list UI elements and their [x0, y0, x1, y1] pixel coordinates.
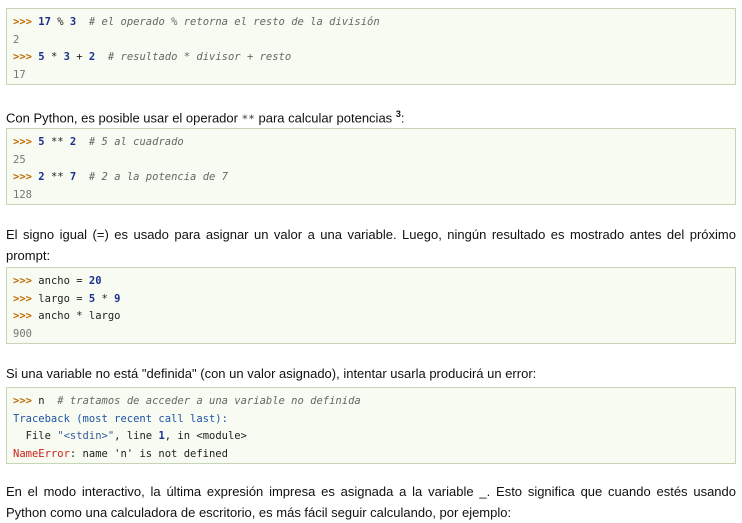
code-block-variables: >>> ancho = 20 >>> largo = 5 * 9 >>> anc… — [6, 267, 736, 344]
code-line: >>> ancho * largo — [13, 308, 735, 326]
code-output: 17 — [13, 68, 26, 81]
expression: ancho * largo — [38, 310, 121, 322]
paragraph-text: para calcular potencias — [258, 110, 393, 126]
paragraph-powers: Con Python, es posible usar el operador … — [6, 104, 736, 129]
paragraph-undefined-variable: Si una variable no está "definida" (con … — [6, 366, 537, 381]
inline-code: ** — [241, 112, 255, 126]
number: 17 — [38, 16, 51, 28]
code-output: 900 — [13, 327, 32, 340]
document-page: >>> 17 % 3 # el operado % retorna el res… — [0, 0, 742, 521]
code-output: 25 — [13, 153, 26, 166]
traceback-header: Traceback (most recent call last): — [13, 412, 228, 425]
operator: % — [50, 16, 70, 28]
code-comment: # el operado % retorna el resto de la di… — [88, 16, 380, 28]
code-block-powers: >>> 5 ** 2 # 5 al cuadrado 25 >>> 2 ** 7… — [6, 128, 736, 205]
code-line: >>> 2 ** 7 # 2 a la potencia de 7 — [13, 169, 735, 187]
operator: * — [44, 51, 64, 63]
code-block-modulo: >>> 17 % 3 # el operado % retorna el res… — [6, 8, 736, 85]
number: 2 — [88, 51, 96, 63]
error-message: : name 'n' is not defined — [69, 447, 228, 460]
operator: * — [95, 292, 115, 305]
prompt: >>> — [13, 136, 32, 148]
code-line: >>> 17 % 3 # el operado % retorna el res… — [13, 14, 735, 32]
traceback-line: File "<stdin>", line 1, in <module> — [13, 428, 735, 446]
assignment: largo = — [38, 292, 89, 305]
prompt: >>> — [13, 310, 32, 322]
traceback-text: , line — [114, 430, 159, 442]
paragraph-interactive-mode: En el modo interactivo, la última expres… — [6, 484, 736, 520]
number: 20 — [88, 275, 102, 287]
code-line: >>> 5 ** 2 # 5 al cuadrado — [13, 134, 735, 152]
code-output: 2 — [13, 33, 20, 46]
variable: n — [38, 395, 45, 407]
code-comment: # 2 a la potencia de 7 — [88, 171, 228, 183]
number: 7 — [69, 171, 77, 183]
prompt: >>> — [13, 275, 32, 287]
operator: ** — [44, 136, 70, 148]
error-line: NameError: name 'n' is not defined — [13, 446, 735, 464]
traceback-text: File — [25, 430, 58, 442]
assignment: ancho = — [38, 275, 89, 287]
error-name: NameError — [13, 447, 70, 460]
number: 3 — [69, 16, 77, 28]
code-comment: # resultado * divisor + resto — [107, 51, 292, 63]
code-line: >>> 5 * 3 + 2 # resultado * divisor + re… — [13, 49, 735, 67]
prompt: >>> — [13, 16, 32, 28]
code-line: >>> ancho = 20 — [13, 273, 735, 291]
number: 2 — [69, 136, 77, 148]
paragraph-assignment: El signo igual (=) es usado para asignar… — [6, 227, 736, 263]
code-comment: # 5 al cuadrado — [88, 136, 184, 148]
string: "<stdin>" — [57, 430, 115, 442]
prompt: >>> — [13, 171, 32, 183]
code-block-error: >>> n # tratamos de acceder a una variab… — [6, 387, 736, 464]
paragraph-text: Con Python, es posible usar el operador — [6, 110, 238, 126]
operator: + — [69, 51, 89, 63]
traceback-text: , in <module> — [164, 430, 247, 442]
prompt: >>> — [13, 51, 32, 63]
operator: ** — [44, 171, 70, 183]
code-comment: # tratamos de acceder a una variable no … — [57, 395, 361, 407]
number: 9 — [114, 292, 121, 305]
paragraph-text: : — [400, 110, 405, 126]
code-output: 128 — [13, 188, 32, 201]
prompt: >>> — [13, 292, 32, 305]
prompt: >>> — [13, 395, 32, 407]
code-line: >>> largo = 5 * 9 — [13, 291, 735, 309]
code-line: >>> n # tratamos de acceder a una variab… — [13, 393, 735, 411]
